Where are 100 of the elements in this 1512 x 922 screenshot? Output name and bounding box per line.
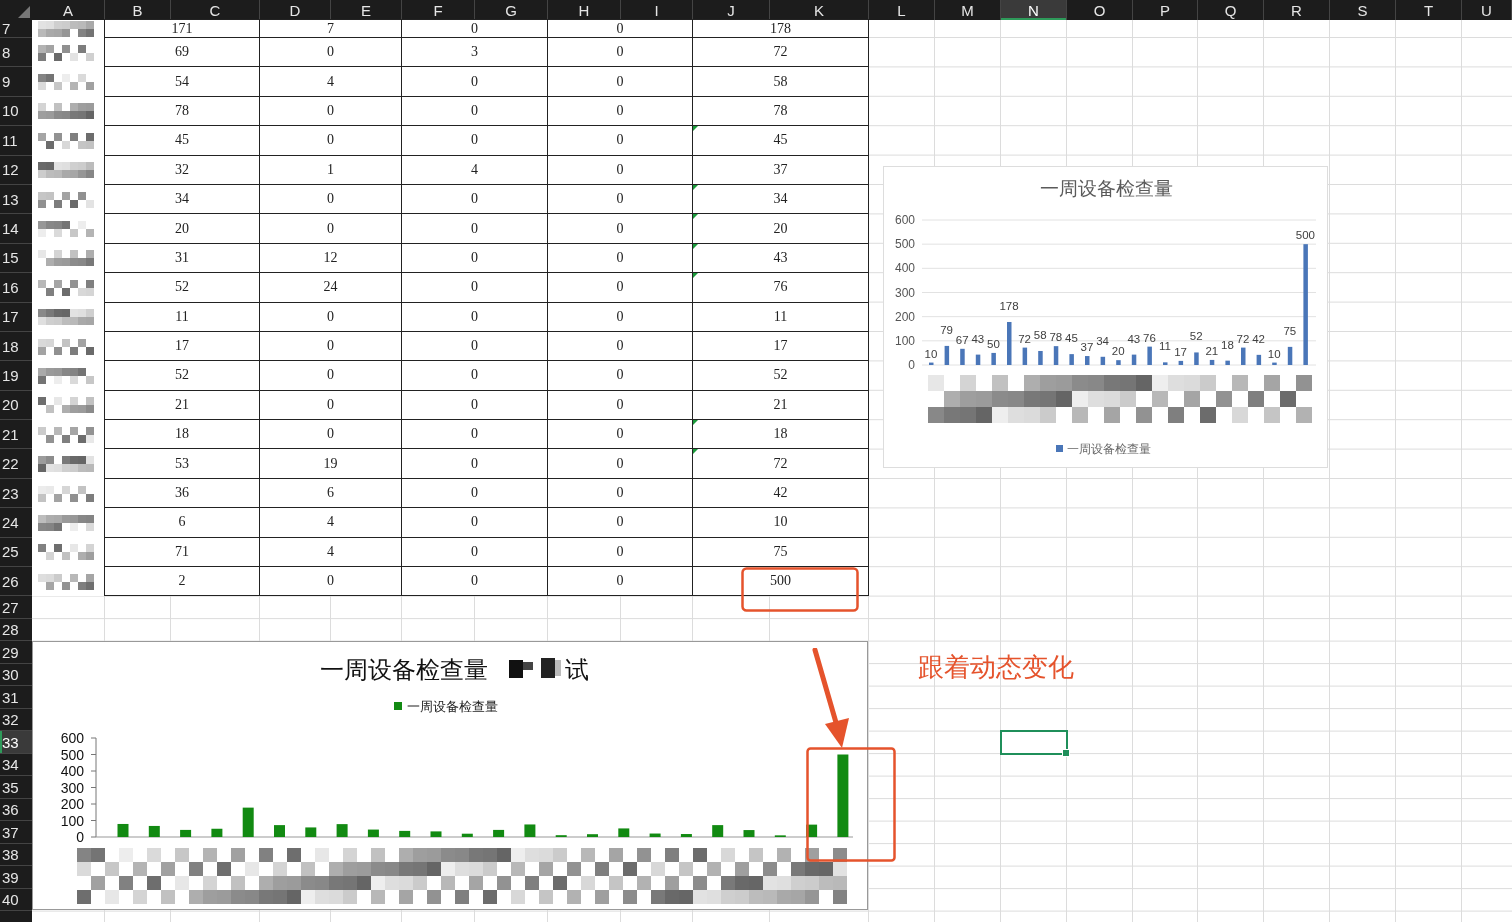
bar — [712, 825, 724, 837]
table-cell: 18 — [104, 419, 260, 450]
bar — [1225, 360, 1230, 365]
data-label: 17 — [1174, 345, 1187, 358]
data-label: 67 — [955, 333, 969, 346]
bar — [1007, 322, 1012, 365]
bar — [242, 807, 254, 837]
table-cell: 52 — [104, 272, 260, 303]
table-cell: 72 — [692, 448, 869, 479]
select-all-icon[interactable] — [18, 6, 30, 18]
table-cell: 20 — [104, 213, 260, 244]
column-header[interactable]: A — [32, 0, 105, 20]
table-cell: 0 — [401, 125, 548, 156]
table-cell: 0 — [401, 507, 548, 538]
data-label: 18 — [1221, 338, 1234, 351]
column-header[interactable]: M — [935, 0, 1001, 20]
axis-label: 100 — [60, 812, 84, 829]
column-header[interactable]: E — [331, 0, 402, 20]
selected-cell[interactable] — [1000, 730, 1068, 755]
data-label: 20 — [1111, 345, 1125, 358]
axis-label: 600 — [60, 730, 84, 746]
column-header[interactable]: P — [1133, 0, 1198, 20]
column-header[interactable]: I — [621, 0, 693, 20]
table-cell: 52 — [692, 360, 869, 391]
column-header[interactable]: G — [475, 0, 548, 20]
bar — [211, 828, 223, 837]
column-header[interactable]: S — [1330, 0, 1396, 20]
axis-label: 500 — [60, 746, 84, 763]
bar — [430, 831, 442, 837]
table-cell: 10 — [692, 507, 869, 538]
bar — [944, 345, 950, 365]
table-cell: 0 — [547, 448, 693, 479]
column-header[interactable]: U — [1462, 0, 1512, 20]
axis-label: 300 — [60, 779, 84, 796]
legend-label: 一周设备检查量 — [407, 699, 498, 714]
table-cell: 45 — [692, 125, 869, 156]
column-header[interactable]: N — [1001, 0, 1067, 20]
column-header[interactable]: R — [1264, 0, 1330, 20]
table-cell: 0 — [401, 213, 548, 244]
column-header[interactable]: B — [105, 0, 171, 20]
mosaic-drawing — [509, 658, 561, 678]
data-label: 37 — [1080, 341, 1094, 354]
data-label: 42 — [1252, 332, 1265, 345]
table-cell: 0 — [259, 360, 402, 391]
table-cell: 0 — [547, 213, 693, 244]
bar — [1209, 359, 1215, 365]
table-cell: 0 — [259, 566, 402, 597]
data-label: 10 — [1267, 347, 1281, 360]
bar — [1147, 346, 1152, 365]
table-cell: 0 — [547, 360, 693, 391]
axis-label: 200 — [894, 309, 915, 324]
axis-label: 0 — [908, 358, 915, 372]
annotation-text: 跟着动态变化 — [918, 651, 1074, 684]
bar — [680, 834, 692, 837]
bar — [1163, 362, 1168, 365]
data-label: 72 — [1236, 332, 1250, 345]
table-cell: 24 — [259, 272, 402, 303]
table-cell: 0 — [401, 448, 548, 479]
bar — [367, 829, 379, 837]
table-cell: 0 — [547, 566, 693, 597]
legend-swatch — [394, 702, 402, 710]
table-cell: 6 — [104, 507, 260, 538]
bar — [461, 833, 473, 837]
column-header[interactable]: C — [171, 0, 260, 20]
row-number[interactable]: 33 — [0, 731, 32, 754]
bar — [399, 830, 411, 837]
column-header[interactable]: J — [693, 0, 770, 20]
column-header[interactable]: F — [402, 0, 475, 20]
data-label: 500 — [1295, 229, 1315, 242]
bar — [1038, 351, 1043, 365]
table-cell: 0 — [259, 213, 402, 244]
bar — [274, 825, 285, 837]
data-label: 10 — [924, 347, 938, 360]
data-label: 43 — [1127, 332, 1141, 345]
table-cell: 0 — [547, 125, 693, 156]
data-label: 78 — [1049, 331, 1063, 344]
chart-title: 一周设备检查量 — [1039, 177, 1173, 199]
bar — [649, 833, 661, 837]
chart-title-suffix: 试 — [565, 656, 589, 684]
bar — [1022, 347, 1028, 365]
table-cell: 4 — [259, 66, 402, 97]
bar — [1241, 347, 1246, 365]
column-header[interactable]: L — [869, 0, 935, 20]
axis-label: 200 — [60, 796, 84, 812]
column-header[interactable]: O — [1067, 0, 1133, 20]
column-header[interactable]: H — [548, 0, 621, 20]
column-header[interactable]: D — [260, 0, 331, 20]
column-header[interactable]: K — [770, 0, 869, 20]
data-label: 34 — [1096, 334, 1109, 347]
bar — [1256, 354, 1262, 365]
column-header[interactable]: T — [1396, 0, 1462, 20]
axis-label: 100 — [894, 333, 915, 348]
table-cell: 0 — [259, 125, 402, 156]
axis-label: 400 — [894, 261, 915, 276]
bar — [806, 824, 818, 837]
data-label: 11 — [1159, 340, 1171, 353]
axis-label: 300 — [894, 285, 915, 300]
data-label: 75 — [1283, 324, 1297, 337]
column-header[interactable]: Q — [1198, 0, 1264, 20]
bar — [1053, 346, 1059, 365]
